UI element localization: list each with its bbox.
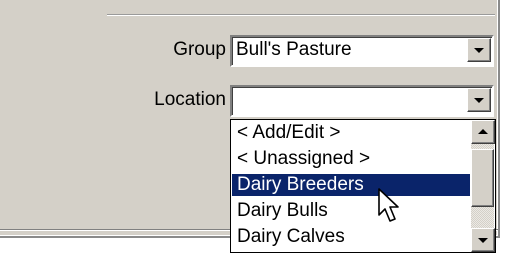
list-item-unassigned[interactable]: < Unassigned > xyxy=(232,148,470,170)
scroll-up-icon xyxy=(478,129,488,134)
chevron-down-icon xyxy=(474,98,484,103)
scroll-down-button[interactable] xyxy=(471,228,495,252)
scrollbar-thumb[interactable] xyxy=(471,149,494,207)
group-combobox[interactable]: Bull's Pasture xyxy=(230,35,494,67)
mouse-pointer-icon xyxy=(378,188,399,222)
chevron-down-icon xyxy=(474,48,484,53)
dialog-window: Group Bull's Pasture Location < Add/Edit… xyxy=(0,0,532,274)
list-item-dairy-bulls[interactable]: Dairy Bulls xyxy=(232,200,470,222)
scroll-up-button[interactable] xyxy=(471,120,495,144)
group-value: Bull's Pasture xyxy=(236,39,352,60)
location-combobox[interactable] xyxy=(230,85,494,117)
scroll-down-icon xyxy=(478,238,488,243)
location-label: Location xyxy=(154,89,226,110)
location-dropdown-list[interactable]: < Add/Edit > < Unassigned > Dairy Breede… xyxy=(230,119,496,253)
list-item-add-edit[interactable]: < Add/Edit > xyxy=(232,122,470,144)
list-item-dairy-calves[interactable]: Dairy Calves xyxy=(232,226,470,248)
location-dropdown-button[interactable] xyxy=(467,88,491,112)
group-label: Group xyxy=(173,39,226,60)
dropdown-scrollbar[interactable] xyxy=(471,120,495,252)
group-dropdown-button[interactable] xyxy=(467,38,491,62)
list-item-dairy-breeders[interactable]: Dairy Breeders xyxy=(232,174,470,196)
top-divider xyxy=(107,14,495,16)
